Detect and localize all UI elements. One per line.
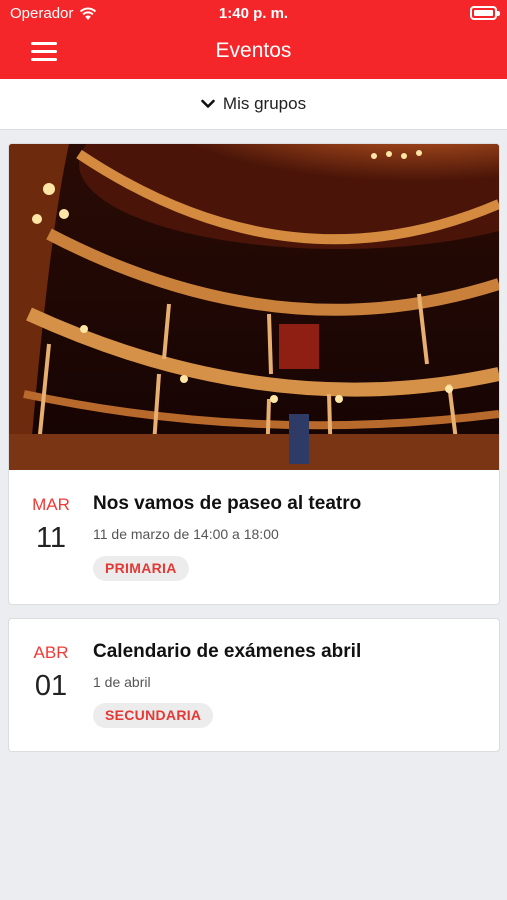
event-day: 11 bbox=[35, 522, 67, 554]
navigation-bar: Eventos bbox=[0, 28, 507, 79]
event-card[interactable]: MAR 11 Nos vamos de paseo al teatro 11 d… bbox=[8, 143, 500, 605]
event-date-range: 1 de abril bbox=[93, 674, 151, 690]
event-card[interactable]: ABR 01 Calendario de exámenes abril 1 de… bbox=[8, 618, 500, 752]
status-bar: Operador 1:40 p. m. bbox=[0, 0, 507, 28]
page-title: Eventos bbox=[215, 39, 292, 62]
groups-filter-button[interactable]: Mis grupos bbox=[0, 79, 507, 130]
group-tag: PRIMARIA bbox=[93, 556, 189, 581]
battery-icon bbox=[470, 6, 500, 20]
event-date-range: 11 de marzo de 14:00 a 18:00 bbox=[93, 526, 279, 542]
event-day: 01 bbox=[34, 670, 68, 702]
groups-filter-label: Mis grupos bbox=[222, 94, 307, 113]
event-month: MAR bbox=[32, 495, 70, 514]
theater-interior-photo bbox=[9, 144, 499, 470]
status-time: 1:40 p. m. bbox=[218, 5, 289, 22]
chevron-down-icon bbox=[201, 99, 215, 108]
event-month: ABR bbox=[33, 643, 69, 662]
event-title: Nos vamos de paseo al teatro bbox=[93, 493, 362, 514]
top-app-bar: Operador 1:40 p. m. Eventos bbox=[0, 0, 507, 79]
group-tag: SECUNDARIA bbox=[93, 703, 214, 728]
event-title: Calendario de exámenes abril bbox=[93, 641, 362, 662]
